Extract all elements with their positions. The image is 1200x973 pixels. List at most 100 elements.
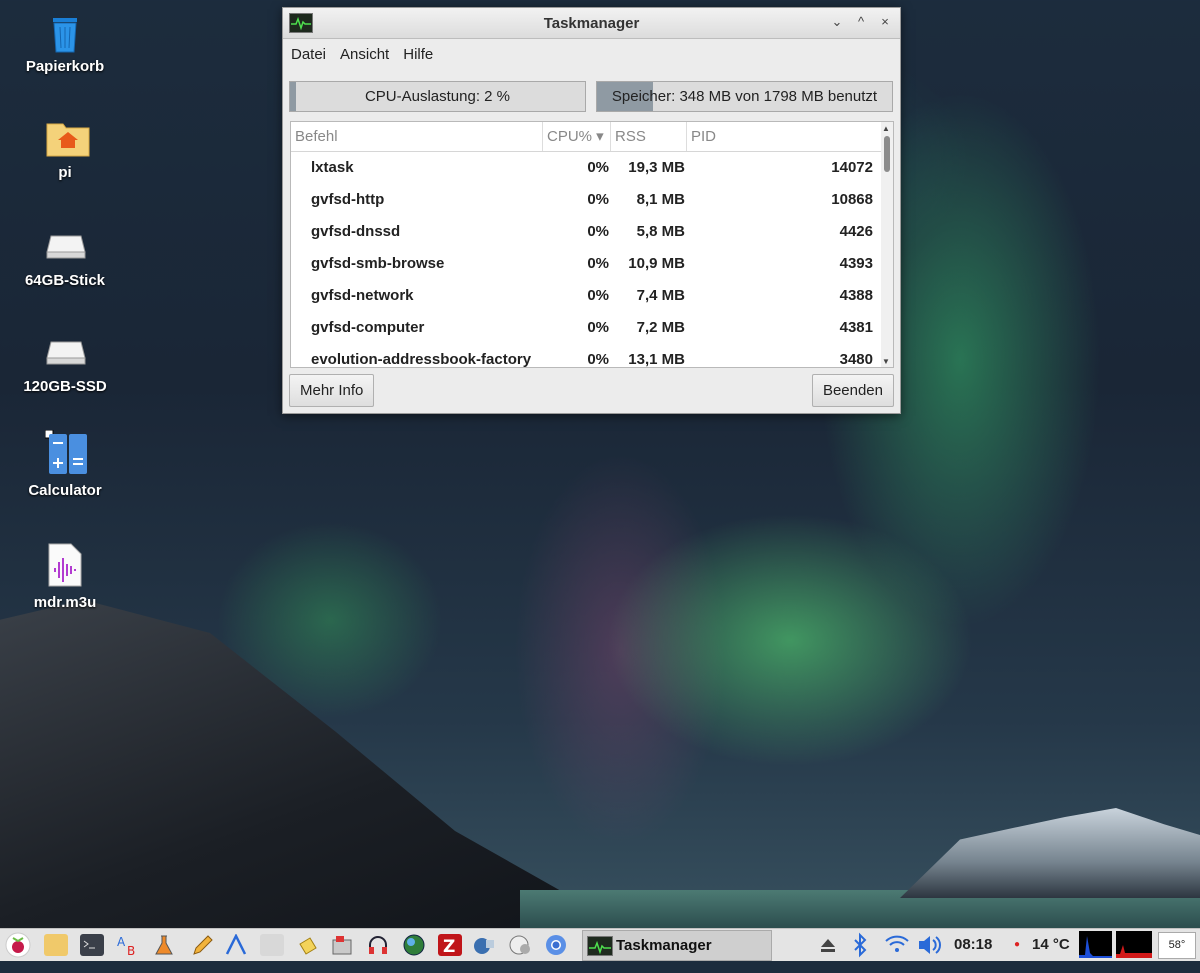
table-row[interactable]: evolution-addressbook-factory 0% 13,1 MB… bbox=[291, 344, 893, 368]
cell-cpu: 0% bbox=[587, 191, 609, 208]
memory-usage-label: Speicher: 348 MB von 1798 MB benutzt bbox=[611, 88, 878, 105]
cpu-usage-label: CPU-Auslastung: 2 % bbox=[364, 88, 511, 105]
cell-pid: 4426 bbox=[839, 223, 873, 240]
window-titlebar[interactable]: Taskmanager ⌄ ^ × bbox=[283, 8, 900, 39]
cleaner-icon[interactable] bbox=[296, 934, 320, 956]
cell-command: lxtask bbox=[311, 159, 354, 176]
cell-pid: 4381 bbox=[839, 319, 873, 336]
terminal-icon[interactable] bbox=[80, 934, 104, 956]
table-row[interactable]: gvfsd-computer 0% 7,2 MB 4381 bbox=[291, 312, 893, 344]
desktop-icon-trash[interactable]: Papierkorb bbox=[10, 12, 120, 75]
cell-cpu: 0% bbox=[587, 319, 609, 336]
scrollbar-thumb[interactable] bbox=[884, 136, 890, 172]
svg-text:A: A bbox=[117, 935, 126, 949]
cell-pid: 14072 bbox=[831, 159, 873, 176]
drive-icon bbox=[45, 226, 86, 266]
filezilla-icon[interactable]: Z bbox=[438, 934, 462, 957]
pencil-icon[interactable] bbox=[190, 934, 214, 956]
package-icon[interactable] bbox=[330, 934, 354, 956]
cell-command: gvfsd-dnssd bbox=[311, 223, 401, 240]
menu-ansicht[interactable]: Ansicht bbox=[340, 46, 389, 63]
cpu-graph-icon[interactable] bbox=[1079, 931, 1112, 958]
network-graph-icon[interactable] bbox=[1116, 931, 1152, 958]
cell-rss: 5,8 MB bbox=[636, 223, 685, 240]
desktop-icon-label: 120GB-SSD bbox=[23, 378, 107, 395]
desktop-icon-label: mdr.m3u bbox=[33, 594, 97, 611]
cell-rss: 7,2 MB bbox=[636, 319, 685, 336]
cell-rss: 13,1 MB bbox=[628, 351, 685, 368]
scroll-down-arrow-icon[interactable]: ▼ bbox=[882, 357, 890, 366]
cell-cpu: 0% bbox=[587, 287, 609, 304]
column-header-command[interactable]: Befehl bbox=[291, 122, 543, 151]
eject-icon[interactable] bbox=[818, 929, 838, 961]
menu-datei[interactable]: Datei bbox=[291, 46, 326, 63]
desktop-icon-label: Papierkorb bbox=[25, 58, 105, 75]
close-button[interactable]: × bbox=[876, 13, 894, 31]
headphones-icon[interactable] bbox=[366, 934, 390, 956]
memory-usage-meter: Speicher: 348 MB von 1798 MB benutzt bbox=[596, 81, 893, 112]
cell-command: gvfsd-network bbox=[311, 287, 414, 304]
taskmanager-window: Taskmanager ⌄ ^ × Datei Ansicht Hilfe CP… bbox=[282, 7, 901, 414]
science-icon[interactable] bbox=[152, 934, 176, 956]
taskbar-item-taskmanager[interactable]: Taskmanager bbox=[582, 930, 772, 961]
cell-rss: 7,4 MB bbox=[636, 287, 685, 304]
table-row[interactable]: gvfsd-http 0% 8,1 MB 10868 bbox=[291, 184, 893, 216]
cell-cpu: 0% bbox=[587, 255, 609, 272]
wifi-icon[interactable] bbox=[884, 929, 910, 961]
desktop-icon-64gb-stick[interactable]: 64GB-Stick bbox=[10, 226, 120, 289]
arduino-icon[interactable] bbox=[224, 933, 248, 956]
cell-pid: 10868 bbox=[831, 191, 873, 208]
clock[interactable]: 08:18 bbox=[954, 929, 992, 961]
cpu-temperature[interactable]: 58° bbox=[1158, 932, 1196, 959]
table-scrollbar[interactable]: ▲ ▼ bbox=[881, 122, 893, 367]
chromium-icon[interactable] bbox=[544, 934, 568, 956]
minimize-button[interactable]: ⌄ bbox=[828, 13, 846, 31]
desktop-icon-calculator[interactable]: Calculator bbox=[10, 429, 120, 499]
desktop-icon-120gb-ssd[interactable]: 120GB-SSD bbox=[10, 332, 120, 395]
quit-button[interactable]: Beenden bbox=[811, 374, 894, 407]
column-header-pid[interactable]: PID bbox=[687, 122, 879, 151]
drive-icon bbox=[45, 332, 86, 372]
table-row[interactable]: gvfsd-smb-browse 0% 10,9 MB 4393 bbox=[291, 248, 893, 280]
column-header-rss[interactable]: RSS bbox=[611, 122, 687, 151]
scroll-up-arrow-icon[interactable]: ▲ bbox=[882, 124, 890, 133]
mixer-icon[interactable] bbox=[508, 934, 532, 956]
calculator-icon bbox=[44, 429, 87, 476]
raspberry-menu-icon[interactable] bbox=[4, 932, 32, 958]
table-row[interactable]: lxtask 0% 19,3 MB 14072 bbox=[291, 152, 893, 184]
cell-command: gvfsd-computer bbox=[311, 319, 425, 336]
trash-icon bbox=[45, 12, 85, 53]
archive-icon[interactable] bbox=[260, 934, 284, 956]
process-table: Befehl CPU% ▾ RSS PID lxtask 0% 19,3 MB … bbox=[290, 121, 894, 368]
cell-pid: 3480 bbox=[839, 351, 873, 368]
svg-text:B: B bbox=[127, 944, 135, 956]
column-header-cpu[interactable]: CPU% ▾ bbox=[543, 122, 611, 151]
cell-rss: 8,1 MB bbox=[636, 191, 685, 208]
cell-cpu: 0% bbox=[587, 159, 609, 176]
globe-icon[interactable] bbox=[402, 934, 426, 956]
desktop-icon-mdr-m3u[interactable]: mdr.m3u bbox=[10, 542, 120, 611]
wallpaper-mountain-right bbox=[900, 808, 1200, 898]
cell-pid: 4393 bbox=[839, 255, 873, 272]
volume-icon[interactable] bbox=[916, 929, 944, 961]
more-info-button[interactable]: Mehr Info bbox=[289, 374, 375, 407]
menu-hilfe[interactable]: Hilfe bbox=[403, 46, 433, 63]
menubar: Datei Ansicht Hilfe bbox=[283, 39, 900, 69]
cell-rss: 10,9 MB bbox=[628, 255, 685, 272]
bluetooth-icon[interactable] bbox=[850, 929, 870, 961]
table-row[interactable]: gvfsd-network 0% 7,4 MB 4388 bbox=[291, 280, 893, 312]
vnc-icon[interactable] bbox=[472, 934, 496, 956]
cell-cpu: 0% bbox=[587, 223, 609, 240]
table-row[interactable]: gvfsd-dnssd 0% 5,8 MB 4426 bbox=[291, 216, 893, 248]
weather-temperature[interactable]: 14 °C bbox=[1032, 929, 1070, 961]
svg-text:Z: Z bbox=[443, 937, 455, 956]
desktop-icon-label: pi bbox=[58, 164, 72, 181]
file-manager-icon[interactable] bbox=[44, 934, 68, 956]
cpu-usage-fill bbox=[290, 82, 296, 111]
desktop-icon-label: Calculator bbox=[28, 482, 102, 499]
cell-rss: 19,3 MB bbox=[628, 159, 685, 176]
desktop-icon-pi[interactable]: pi bbox=[10, 118, 120, 181]
cell-command: gvfsd-smb-browse bbox=[311, 255, 445, 272]
maximize-button[interactable]: ^ bbox=[852, 13, 870, 31]
font-viewer-icon[interactable]: AB bbox=[116, 934, 140, 958]
